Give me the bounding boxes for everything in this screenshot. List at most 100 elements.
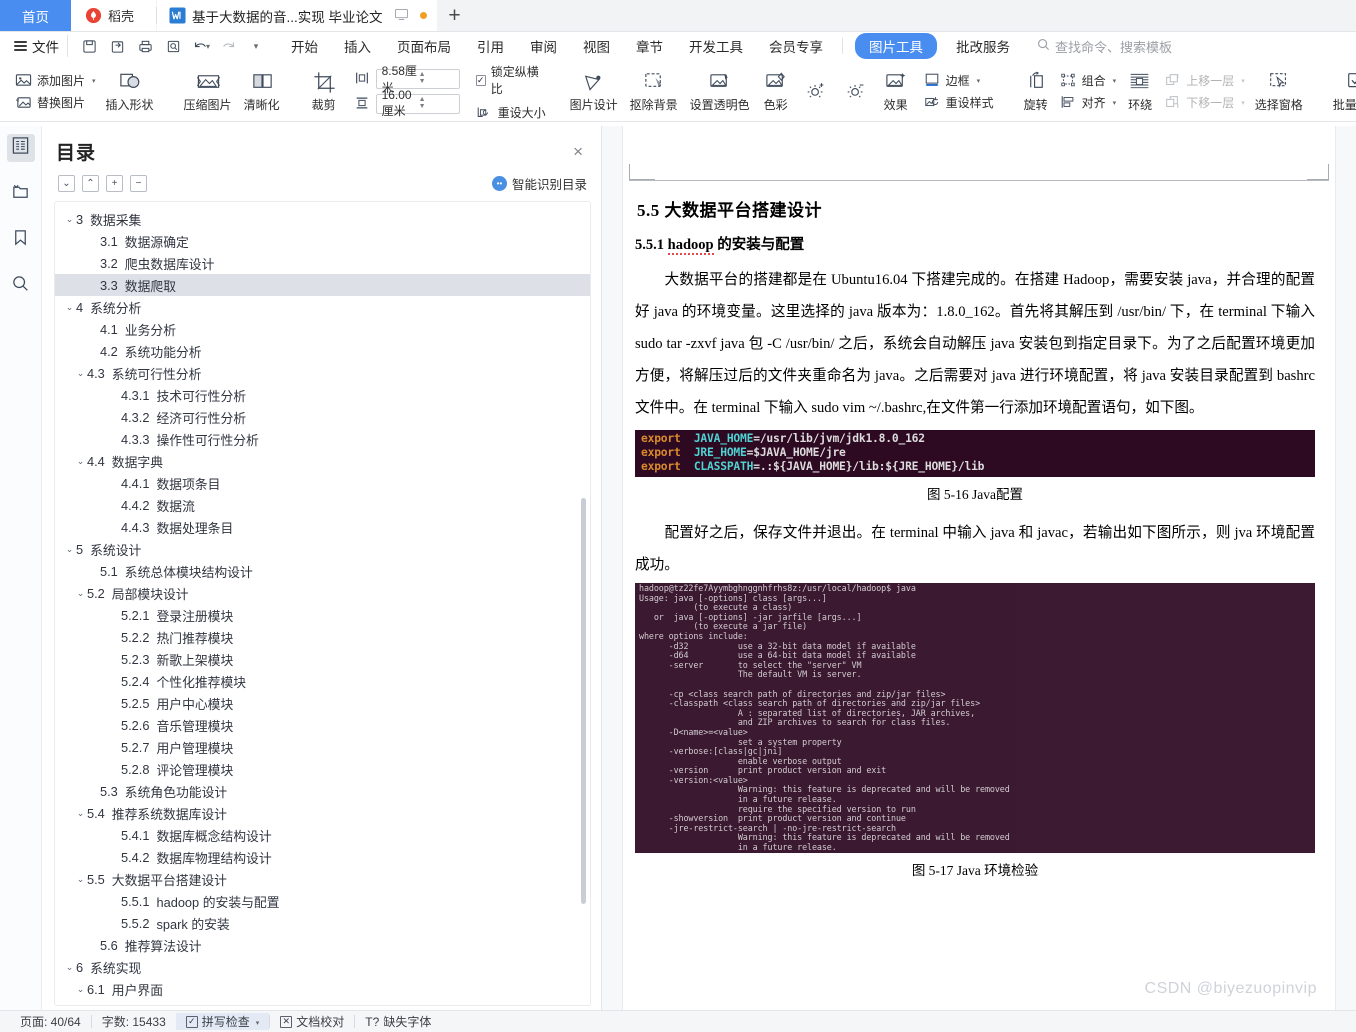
add-picture-dropdown-icon[interactable]: ▾ bbox=[92, 77, 96, 85]
border-dropdown-icon[interactable]: ▾ bbox=[977, 77, 981, 85]
outline-item[interactable]: 3.3 数据爬取 bbox=[55, 274, 590, 296]
outline-item[interactable]: 5.2.5 用户中心模块 bbox=[55, 692, 590, 714]
move-down-layer-button[interactable]: 下移一层 ▾ bbox=[1160, 93, 1249, 112]
collapse-up-icon[interactable]: ⌃ bbox=[82, 175, 99, 192]
align-dropdown-icon[interactable]: ▾ bbox=[1113, 99, 1117, 107]
outline-item[interactable]: 5.2.8 评论管理模块 bbox=[55, 758, 590, 780]
color-button[interactable]: 色彩 bbox=[756, 68, 796, 115]
width-stepper-icon[interactable]: ▲ ▼ bbox=[419, 71, 457, 85]
app-menu-icon[interactable] bbox=[14, 41, 27, 51]
chevron-down-icon[interactable]: ⌄ bbox=[74, 984, 87, 995]
missing-font-button[interactable]: T? 缺失字体 bbox=[355, 1013, 441, 1030]
outline-item[interactable]: ⌄ 5.2 局部模块设计 bbox=[55, 582, 590, 604]
outline-item[interactable]: ⌄ 4.3 系统可行性分析 bbox=[55, 362, 590, 384]
tab-developer-tools[interactable]: 开发工具 bbox=[676, 34, 756, 58]
tab-picture-tools[interactable]: 图片工具 bbox=[855, 33, 937, 59]
outline-item[interactable]: 5.5.1 hadoop 的安装与配置 bbox=[55, 890, 590, 912]
tab-start[interactable]: 开始 bbox=[278, 34, 331, 58]
outline-item[interactable]: 4.4.3 数据处理条目 bbox=[55, 516, 590, 538]
collapse-all-icon[interactable]: − bbox=[130, 175, 147, 192]
chevron-down-icon[interactable]: ⌄ bbox=[74, 874, 87, 885]
outline-item[interactable]: 5.4.1 数据库概念结构设计 bbox=[55, 824, 590, 846]
set-transparent-color-button[interactable]: 设置透明色 bbox=[684, 68, 756, 115]
undo-icon[interactable]: ▾ bbox=[188, 35, 214, 57]
move-down-layer-dropdown-icon[interactable]: ▾ bbox=[1241, 99, 1245, 107]
tab-review[interactable]: 审阅 bbox=[517, 34, 570, 58]
expand-down-icon[interactable]: ⌄ bbox=[58, 175, 75, 192]
batch-process-button[interactable]: 批量处理 bbox=[1327, 68, 1356, 115]
sharpen-button[interactable]: 清晰化 bbox=[238, 68, 286, 115]
outline-item[interactable]: 5.4.2 数据库物理结构设计 bbox=[55, 846, 590, 868]
group-dropdown-icon[interactable]: ▾ bbox=[1113, 77, 1117, 85]
outline-item[interactable]: 4.2 系统功能分析 bbox=[55, 340, 590, 362]
rail-search-button[interactable] bbox=[7, 272, 35, 300]
insert-shape-button[interactable]: 插入形状 bbox=[100, 68, 160, 115]
document-viewport[interactable]: 5.5 大数据平台搭建设计 5.5.1 hadoop 的安装与配置 大数据平台的… bbox=[602, 126, 1356, 1010]
save-icon[interactable] bbox=[76, 35, 102, 57]
reset-size-button[interactable]: 重设大小 bbox=[472, 103, 550, 121]
proofread-button[interactable]: ✕ 文档校对 bbox=[270, 1013, 354, 1030]
outline-item[interactable]: ⌄ 5 系统设计 bbox=[55, 538, 590, 560]
border-button[interactable]: 边框 ▾ bbox=[920, 71, 998, 90]
outline-item[interactable]: 5.2.6 音乐管理模块 bbox=[55, 714, 590, 736]
group-button[interactable]: 组合 ▾ bbox=[1056, 71, 1121, 90]
add-picture-button[interactable]: 添加图片 ▾ bbox=[11, 71, 100, 90]
save-as-icon[interactable] bbox=[104, 35, 130, 57]
move-up-layer-dropdown-icon[interactable]: ▾ bbox=[1241, 77, 1245, 85]
outline-item[interactable]: 4.1 业务分析 bbox=[55, 318, 590, 340]
crop-button[interactable]: 裁剪 bbox=[304, 68, 344, 115]
outline-item[interactable]: ⌄ 4 系统分析 bbox=[55, 296, 590, 318]
print-icon[interactable] bbox=[132, 35, 158, 57]
spell-check-dropdown-icon[interactable]: ▾ bbox=[256, 1019, 260, 1027]
increase-brightness-button[interactable] bbox=[796, 77, 836, 105]
outline-item[interactable]: 4.3.3 操作性可行性分析 bbox=[55, 428, 590, 450]
outline-scrollbar-thumb[interactable] bbox=[581, 498, 586, 904]
command-search[interactable]: 查找命令、搜索模板 bbox=[1037, 37, 1172, 56]
chevron-down-icon[interactable]: ⌄ bbox=[74, 808, 87, 819]
selection-pane-button[interactable]: 选择窗格 bbox=[1249, 68, 1309, 115]
new-tab-button[interactable]: + bbox=[437, 0, 473, 31]
tab-chapter[interactable]: 章节 bbox=[623, 34, 676, 58]
replace-picture-button[interactable]: 替换图片 bbox=[11, 93, 100, 112]
file-menu-button[interactable]: 文件 bbox=[32, 36, 67, 56]
outline-item[interactable]: 3.2 爬虫数据库设计 bbox=[55, 252, 590, 274]
close-outline-icon[interactable]: × bbox=[567, 141, 589, 162]
chevron-down-icon[interactable]: ⌄ bbox=[63, 962, 76, 973]
tab-insert[interactable]: 插入 bbox=[331, 34, 384, 58]
tab-references[interactable]: 引用 bbox=[464, 34, 517, 58]
tab-view[interactable]: 视图 bbox=[570, 34, 623, 58]
outline-item[interactable]: 5.2.7 用户管理模块 bbox=[55, 736, 590, 758]
chevron-down-icon[interactable]: ⌄ bbox=[63, 544, 76, 555]
outline-item[interactable]: ⌄ 5.5 大数据平台搭建设计 bbox=[55, 868, 590, 890]
rotate-button[interactable]: 旋转 bbox=[1016, 68, 1056, 115]
smart-recognize-toc-button[interactable]: •• 智能识别目录 bbox=[491, 174, 587, 193]
chevron-down-icon[interactable]: ⌄ bbox=[63, 302, 76, 313]
outline-item[interactable]: 4.4.2 数据流 bbox=[55, 494, 590, 516]
reset-style-button[interactable]: 重设样式 bbox=[920, 93, 998, 112]
tab-correction-service[interactable]: 批改服务 bbox=[943, 34, 1023, 58]
tab-page-layout[interactable]: 页面布局 bbox=[384, 34, 464, 58]
chevron-down-icon[interactable]: ⌄ bbox=[74, 456, 87, 467]
picture-height-input[interactable]: 16.00厘米 ▲ ▼ bbox=[375, 88, 460, 118]
rail-outline-button[interactable] bbox=[6, 134, 35, 162]
customize-quick-access-icon[interactable]: ▾ bbox=[244, 35, 270, 57]
height-stepper-icon[interactable]: ▲ ▼ bbox=[419, 96, 457, 110]
print-preview-icon[interactable] bbox=[160, 35, 186, 57]
compress-picture-button[interactable]: 压缩图片 bbox=[178, 68, 238, 115]
tab-home[interactable]: 首页 bbox=[0, 0, 71, 31]
rail-bookmark-button[interactable] bbox=[7, 226, 35, 254]
chevron-down-icon[interactable]: ⌄ bbox=[74, 588, 87, 599]
chevron-down-icon[interactable]: ⌄ bbox=[63, 214, 76, 225]
outline-item[interactable]: 4.4.1 数据项条目 bbox=[55, 472, 590, 494]
outline-scrollbar-track[interactable] bbox=[581, 230, 588, 999]
outline-item-list[interactable]: ⌄ 3 数据采集 3.1 数据源确定 3.2 爬虫数据库设计 3.3 数据爬取 ⌄ 4 系统分析 4.1… bbox=[54, 201, 591, 1006]
undo-dropdown-icon[interactable]: ▾ bbox=[206, 42, 210, 51]
lock-aspect-ratio-checkbox[interactable]: ✓ 锁定纵横比 bbox=[472, 60, 550, 100]
redo-icon[interactable] bbox=[216, 35, 242, 57]
chevron-down-icon[interactable]: ⌄ bbox=[74, 368, 87, 379]
move-up-layer-button[interactable]: 上移一层 ▾ bbox=[1160, 71, 1249, 90]
picture-width-input[interactable]: 8.58厘米 ▲ ▼ bbox=[375, 64, 460, 95]
outline-item[interactable]: 4.3.1 技术可行性分析 bbox=[55, 384, 590, 406]
outline-item[interactable]: ⌄ 6.1 用户界面 bbox=[55, 978, 590, 1000]
spell-check-button[interactable]: ✓ 拼写检查 ▾ bbox=[175, 1013, 270, 1030]
